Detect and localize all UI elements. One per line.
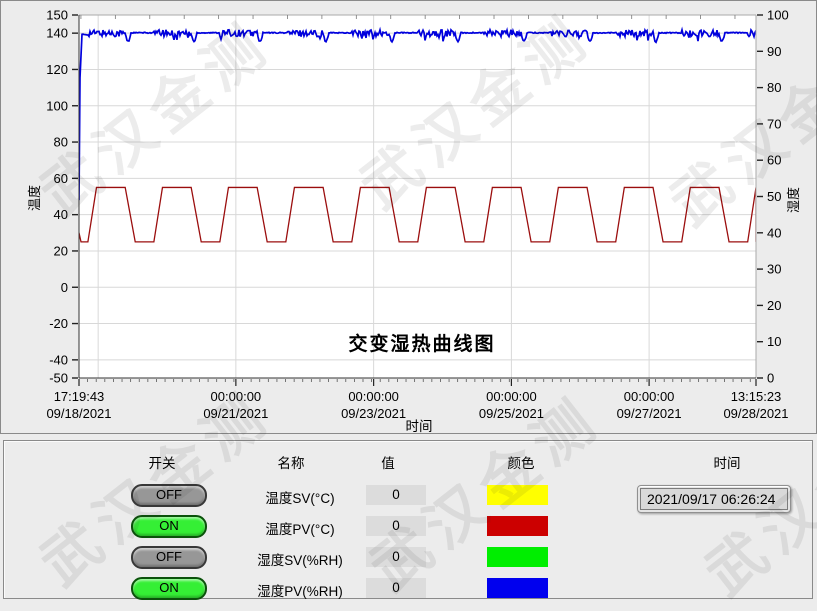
channel-value: 0 xyxy=(366,485,426,505)
svg-text:140: 140 xyxy=(46,26,68,41)
control-panel: 开关 名称 值 颜色 时间 OFF 温度SV(°C) 0 ON 温度PV(°C) 0 OFF… xyxy=(3,440,813,599)
svg-text:-20: -20 xyxy=(49,316,68,331)
channel-name: 湿度PV(%RH) xyxy=(240,580,360,600)
svg-text:40: 40 xyxy=(54,207,68,222)
chart-panel: 150140120100806040200-20-40-501009080706… xyxy=(0,0,817,434)
svg-text:50: 50 xyxy=(767,189,781,204)
svg-text:60: 60 xyxy=(54,171,68,186)
svg-text:20: 20 xyxy=(767,298,781,313)
svg-text:00:00:00: 00:00:00 xyxy=(624,389,675,404)
svg-text:17:19:43: 17:19:43 xyxy=(54,389,105,404)
toggle-2[interactable]: ON xyxy=(131,515,207,538)
header-name: 名称 xyxy=(278,452,305,472)
svg-text:0: 0 xyxy=(767,371,774,386)
svg-text:交变湿热曲线图: 交变湿热曲线图 xyxy=(348,332,495,355)
svg-text:90: 90 xyxy=(767,44,781,59)
channel-name: 湿度SV(%RH) xyxy=(240,549,360,569)
toggle-4[interactable]: ON xyxy=(131,577,207,600)
svg-text:温度: 温度 xyxy=(27,185,42,211)
svg-text:120: 120 xyxy=(46,62,68,77)
svg-text:00:00:00: 00:00:00 xyxy=(348,389,399,404)
svg-text:0: 0 xyxy=(61,280,68,295)
channel-color-swatch[interactable] xyxy=(487,547,548,567)
svg-text:10: 10 xyxy=(767,334,781,349)
svg-text:09/21/2021: 09/21/2021 xyxy=(203,406,268,421)
header-time: 时间 xyxy=(714,452,741,472)
svg-text:00:00:00: 00:00:00 xyxy=(211,389,262,404)
svg-text:80: 80 xyxy=(767,80,781,95)
channel-color-swatch[interactable] xyxy=(487,578,548,598)
svg-text:100: 100 xyxy=(46,98,68,113)
svg-text:09/18/2021: 09/18/2021 xyxy=(46,406,111,421)
svg-text:80: 80 xyxy=(54,135,68,150)
svg-text:09/23/2021: 09/23/2021 xyxy=(341,406,406,421)
toggle-3[interactable]: OFF xyxy=(131,546,207,569)
toggle-1[interactable]: OFF xyxy=(131,484,207,507)
svg-text:70: 70 xyxy=(767,116,781,131)
svg-text:湿度: 湿度 xyxy=(786,187,801,213)
svg-text:00:00:00: 00:00:00 xyxy=(486,389,537,404)
svg-text:60: 60 xyxy=(767,153,781,168)
svg-text:09/25/2021: 09/25/2021 xyxy=(479,406,544,421)
svg-text:150: 150 xyxy=(46,8,68,23)
channel-value: 0 xyxy=(366,516,426,536)
svg-text:-50: -50 xyxy=(49,371,68,386)
svg-text:100: 100 xyxy=(767,8,789,23)
channel-color-swatch[interactable] xyxy=(487,516,548,536)
svg-text:20: 20 xyxy=(54,243,68,258)
header-color: 颜色 xyxy=(508,452,535,472)
time-display-value: 2021/09/17 06:26:24 xyxy=(640,488,788,510)
channel-color-swatch[interactable] xyxy=(487,485,548,505)
channel-name: 温度SV(°C) xyxy=(240,487,360,507)
svg-text:-40: -40 xyxy=(49,352,68,367)
trend-chart[interactable]: 150140120100806040200-20-40-501009080706… xyxy=(1,1,816,433)
time-display: 2021/09/17 06:26:24 xyxy=(637,485,791,513)
header-switch: 开关 xyxy=(149,452,176,472)
svg-text:40: 40 xyxy=(767,225,781,240)
channel-value: 0 xyxy=(366,547,426,567)
app-window: { "watermark": { "text": "武汉金测" }, "char… xyxy=(0,0,817,599)
svg-text:13:15:23: 13:15:23 xyxy=(731,389,782,404)
header-value: 值 xyxy=(381,452,395,472)
channel-name: 温度PV(°C) xyxy=(240,518,360,538)
svg-text:09/27/2021: 09/27/2021 xyxy=(617,406,682,421)
svg-text:30: 30 xyxy=(767,262,781,277)
channel-value: 0 xyxy=(366,578,426,598)
svg-text:09/28/2021: 09/28/2021 xyxy=(723,406,788,421)
svg-text:时间: 时间 xyxy=(406,419,433,433)
